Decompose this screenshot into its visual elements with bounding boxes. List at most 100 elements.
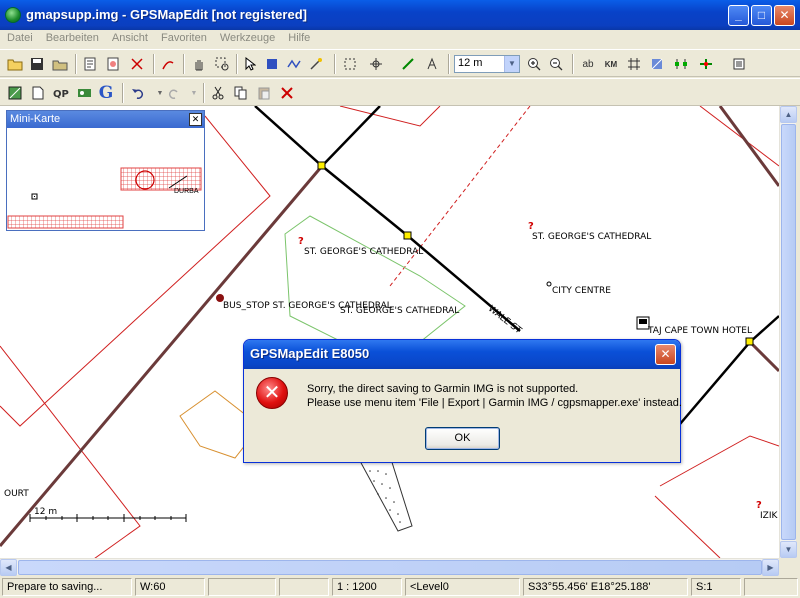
vertical-scroll-thumb[interactable] xyxy=(781,124,796,540)
paste-icon[interactable] xyxy=(254,83,274,103)
status-width: W:60 xyxy=(135,578,205,596)
scroll-down-icon[interactable]: ▼ xyxy=(780,541,797,558)
redo-dropdown-icon[interactable]: ▼ xyxy=(184,83,204,103)
dialog-title: GPSMapEdit E8050 xyxy=(244,340,680,369)
map-label-city-centre: CITY CENTRE xyxy=(552,286,611,296)
zoom-level-select[interactable]: 12 m ▼ xyxy=(454,55,520,73)
city-centre-marker xyxy=(546,281,552,287)
mini-map-drawing xyxy=(7,167,202,229)
menu-werkzeuge[interactable]: Werkzeuge xyxy=(213,30,281,44)
error-icon: ✕ xyxy=(256,377,288,409)
fill-polygons-icon[interactable] xyxy=(647,54,667,74)
map-label-hotel: TAJ CAPE TOWN HOTEL xyxy=(648,326,753,336)
map-label-izik: IZIK xyxy=(760,511,778,521)
map-label-cathedral-2: ST. GEORGE'S CATHEDRAL xyxy=(532,232,652,242)
google-button[interactable]: G xyxy=(96,83,116,103)
delete-icon[interactable] xyxy=(277,83,297,103)
vertical-scrollbar[interactable]: ▲ ▼ xyxy=(779,106,797,558)
minimize-button[interactable]: _ xyxy=(728,5,749,26)
status-scale: 1 : 1200 xyxy=(332,578,402,596)
edit-nodes-icon[interactable] xyxy=(340,54,360,74)
map-label-court: OURT xyxy=(4,489,29,499)
new-document-icon[interactable] xyxy=(28,83,48,103)
status-coordinates: S33°55.456' E18°25.188' xyxy=(523,578,688,596)
transform-icon[interactable] xyxy=(127,54,147,74)
grid-icon[interactable] xyxy=(624,54,644,74)
unknown-poi-icon: ? xyxy=(528,221,534,232)
status-selection: S:1 xyxy=(691,578,741,596)
polyline-icon[interactable] xyxy=(284,54,304,74)
menu-ansicht[interactable]: Ansicht xyxy=(105,30,154,44)
select-objects-icon[interactable] xyxy=(262,54,282,74)
select-arrow-icon[interactable] xyxy=(240,54,260,74)
zoom-out-icon[interactable] xyxy=(546,54,566,74)
mini-map-label: DURBA xyxy=(174,188,199,195)
track-icon[interactable] xyxy=(158,54,178,74)
menu-datei[interactable]: Datei xyxy=(0,30,39,44)
map-view-icon[interactable] xyxy=(5,83,25,103)
dialog-message: Sorry, the direct saving to Garmin IMG i… xyxy=(307,382,682,410)
app-globe-icon xyxy=(5,7,21,23)
close-button[interactable]: ✕ xyxy=(774,5,795,26)
status-level: <Level0 xyxy=(405,578,520,596)
unknown-poi-icon: ? xyxy=(298,236,304,247)
status-message: Prepare to saving... xyxy=(2,578,132,596)
ok-button[interactable]: OK xyxy=(425,427,500,450)
dropdown-arrow-icon[interactable]: ▼ xyxy=(504,56,519,72)
undo-icon[interactable] xyxy=(128,83,148,103)
maximize-button[interactable]: □ xyxy=(751,5,772,26)
open-folder-icon[interactable] xyxy=(5,54,25,74)
scroll-right-icon[interactable]: ▶ xyxy=(762,559,779,576)
nodes-icon[interactable] xyxy=(671,54,691,74)
show-labels-button[interactable]: ab xyxy=(578,54,598,74)
zoom-rect-icon[interactable] xyxy=(212,54,232,74)
unknown-poi-icon: ? xyxy=(756,500,762,511)
menu-bar: Datei Bearbeiten Ansicht Favoriten Werkzeuge… xyxy=(0,30,800,48)
scroll-up-icon[interactable]: ▲ xyxy=(780,106,797,123)
horizontal-scroll-thumb[interactable] xyxy=(18,560,762,575)
svg-text:QP: QP xyxy=(53,89,69,100)
properties-icon[interactable] xyxy=(80,54,100,74)
horizontal-scrollbar[interactable]: ◀ ▶ xyxy=(0,558,779,576)
routing-icon[interactable] xyxy=(696,54,716,74)
status-bar: Prepare to saving... W:60 1 : 1200 <Leve… xyxy=(0,576,800,598)
zoom-in-icon[interactable] xyxy=(524,54,544,74)
status-empty-1 xyxy=(208,578,276,596)
menu-hilfe[interactable]: Hilfe xyxy=(281,30,316,44)
routing-params-icon[interactable] xyxy=(75,83,95,103)
hand-pan-icon[interactable] xyxy=(189,54,209,74)
menu-bearbeiten[interactable]: Bearbeiten xyxy=(39,30,105,44)
scroll-left-icon[interactable]: ◀ xyxy=(0,559,17,576)
title-bar: gmapsupp.img - GPSMapEdit [not registere… xyxy=(0,0,800,30)
window-title: gmapsupp.img - GPSMapEdit [not registere… xyxy=(26,7,307,22)
dialog-message-line-2: Please use menu item 'File | Export | Ga… xyxy=(307,397,682,409)
mini-map-title: Mini-Karte xyxy=(7,111,204,128)
map-properties-icon[interactable] xyxy=(103,54,123,74)
status-empty-3 xyxy=(744,578,798,596)
connect-icon[interactable] xyxy=(398,54,418,74)
zoom-level-value: 12 m xyxy=(458,57,483,69)
save-icon[interactable] xyxy=(27,54,47,74)
cut-icon[interactable] xyxy=(208,83,228,103)
magic-wand-icon[interactable] xyxy=(306,54,326,74)
layers-icon[interactable] xyxy=(729,54,749,74)
dialog-message-line-1: Sorry, the direct saving to Garmin IMG i… xyxy=(307,383,579,395)
qp-icon[interactable]: QP xyxy=(51,83,71,103)
label-icon[interactable] xyxy=(422,54,442,74)
show-km-button[interactable]: KM xyxy=(601,54,621,74)
copy-icon[interactable] xyxy=(231,83,251,103)
mini-map-close-icon[interactable]: ✕ xyxy=(189,113,202,126)
error-dialog: GPSMapEdit E8050 ✕ ✕ Sorry, the direct s… xyxy=(243,339,682,463)
map-scale-label: 12 m xyxy=(34,507,58,517)
main-toolbar: 12 m ▼ ab KM xyxy=(0,49,800,77)
dialog-close-button[interactable]: ✕ xyxy=(655,344,676,365)
menu-favoriten[interactable]: Favoriten xyxy=(154,30,213,44)
secondary-toolbar: QP G ▼ ▼ xyxy=(0,78,800,106)
save-all-icon[interactable] xyxy=(50,54,70,74)
map-label-cathedral-3: ST. GEORGE'S CATHEDRAL xyxy=(340,306,460,316)
mini-map-panel[interactable]: Mini-Karte ✕ DURBA xyxy=(6,110,205,231)
move-icon[interactable] xyxy=(366,54,386,74)
status-empty-2 xyxy=(279,578,329,596)
redo-icon[interactable] xyxy=(164,83,184,103)
map-label-cathedral-1: ST. GEORGE'S CATHEDRAL xyxy=(304,247,424,257)
